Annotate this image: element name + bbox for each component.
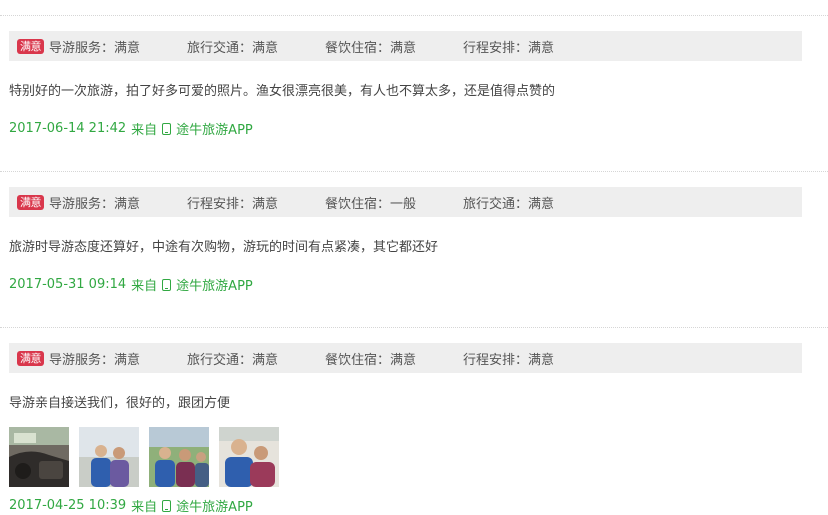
source-prefix: 来自 — [131, 500, 158, 515]
rating-bar: 满意 导游服务：满意 旅行交通：满意 餐饮住宿：满意 行程安排：满意 — [9, 31, 802, 61]
review-photo-thumbnail[interactable] — [219, 427, 279, 487]
review-meta: 2017-06-14 21:42 来自 途牛旅游APP — [9, 119, 253, 138]
review-photo-thumbnail[interactable] — [79, 427, 139, 487]
rating-item: 导游服务：满意 — [49, 196, 141, 212]
rating-item: 行程安排：满意 — [463, 352, 555, 368]
review-datetime: 2017-06-14 21:42 — [9, 121, 127, 136]
mobile-phone-icon — [162, 122, 172, 135]
source-prefix: 来自 — [131, 279, 158, 294]
review-photo-thumbnail[interactable] — [149, 427, 209, 487]
satisfaction-badge: 满意 — [17, 194, 44, 210]
review-meta: 2017-05-31 09:14 来自 途牛旅游APP — [9, 275, 253, 294]
review-datetime: 2017-04-25 10:39 — [9, 498, 127, 513]
rating-item: 旅行交通：满意 — [463, 196, 555, 212]
rating-item: 行程安排：满意 — [187, 196, 279, 212]
rating-item: 餐饮住宿：满意 — [325, 40, 417, 56]
rating-bar: 满意 导游服务：满意 行程安排：满意 餐饮住宿：一般 旅行交通：满意 — [9, 187, 802, 217]
rating-item: 旅行交通：满意 — [187, 40, 279, 56]
rating-item: 行程安排：满意 — [463, 40, 555, 56]
review-comment: 特别好的一次旅游，拍了好多可爱的照片。渔女很漂亮很美，有人也不算太多，还是值得点… — [9, 84, 556, 99]
rating-item: 餐饮住宿：一般 — [325, 196, 417, 212]
rating-item: 导游服务：满意 — [49, 40, 141, 56]
review-photo-thumbnail[interactable] — [9, 427, 69, 487]
review-comment: 导游亲自接送我们，很好的，跟团方便 — [9, 396, 231, 411]
rating-item: 餐饮住宿：满意 — [325, 352, 417, 368]
review-source-link[interactable]: 途牛旅游APP — [176, 275, 253, 294]
rating-bar: 满意 导游服务：满意 旅行交通：满意 餐饮住宿：满意 行程安排：满意 — [9, 343, 802, 373]
divider — [0, 15, 828, 16]
mobile-phone-icon — [162, 499, 172, 512]
review-photos — [9, 427, 289, 487]
mobile-phone-icon — [162, 278, 172, 291]
rating-item: 旅行交通：满意 — [187, 352, 279, 368]
review-source-link[interactable]: 途牛旅游APP — [176, 496, 253, 515]
review-datetime: 2017-05-31 09:14 — [9, 277, 127, 292]
rating-item: 导游服务：满意 — [49, 352, 141, 368]
source-prefix: 来自 — [131, 123, 158, 138]
review-meta: 2017-04-25 10:39 来自 途牛旅游APP — [9, 496, 253, 515]
review-comment: 旅游时导游态度还算好，中途有次购物，游玩的时间有点紧凑，其它都还好 — [9, 240, 439, 255]
divider — [0, 327, 828, 328]
satisfaction-badge: 满意 — [17, 350, 44, 366]
divider — [0, 171, 828, 172]
review-source-link[interactable]: 途牛旅游APP — [176, 119, 253, 138]
satisfaction-badge: 满意 — [17, 38, 44, 54]
